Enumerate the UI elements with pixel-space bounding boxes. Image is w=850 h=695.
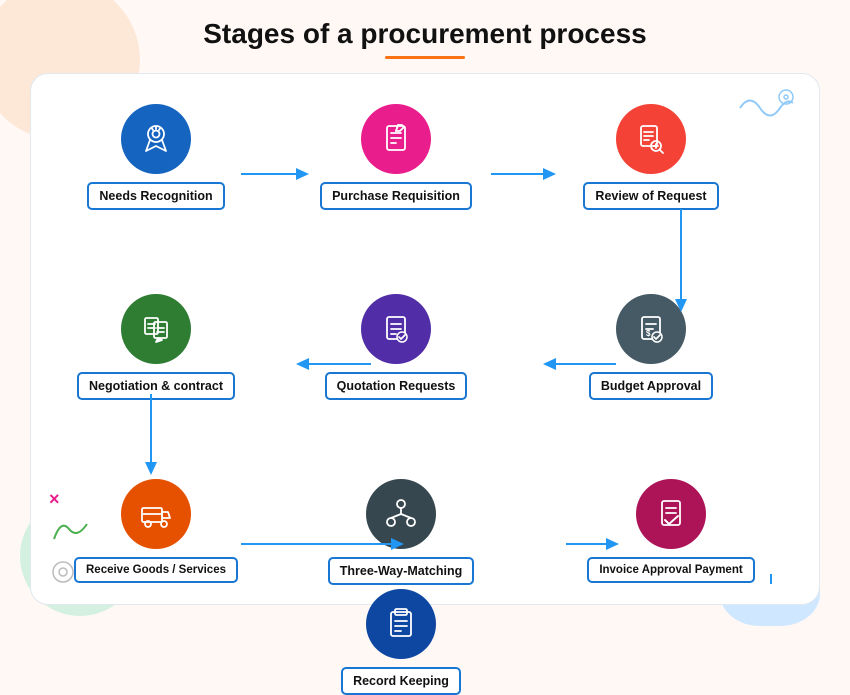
needs-recognition-icon <box>121 104 191 174</box>
budget-approval-label: Budget Approval <box>589 372 713 400</box>
stage-three-way-matching: Three-Way-Matching <box>311 479 491 585</box>
purchase-requisition-icon <box>361 104 431 174</box>
invoice-approval-icon <box>636 479 706 549</box>
negotiation-icon <box>121 294 191 364</box>
three-way-matching-label: Three-Way-Matching <box>328 557 474 585</box>
purchase-requisition-label: Purchase Requisition <box>320 182 472 210</box>
receive-goods-icon <box>121 479 191 549</box>
needs-recognition-label: Needs Recognition <box>87 182 224 210</box>
deco-bottomleft: × <box>49 489 99 586</box>
quotation-requests-label: Quotation Requests <box>325 372 468 400</box>
three-way-matching-icon <box>366 479 436 549</box>
negotiation-contract-label: Negotiation & contract <box>77 372 235 400</box>
stage-negotiation-contract: Negotiation & contract <box>71 294 241 400</box>
budget-approval-icon: $ <box>616 294 686 364</box>
invoice-approval-label: Invoice Approval Payment <box>587 557 754 583</box>
stage-invoice-approval: Invoice Approval Payment <box>571 479 771 583</box>
svg-text:$: $ <box>646 329 651 338</box>
record-keeping-label: Record Keeping <box>341 667 461 695</box>
review-of-request-icon <box>616 104 686 174</box>
stage-purchase-requisition: Purchase Requisition <box>311 104 481 210</box>
page-title: Stages of a procurement process <box>203 18 646 50</box>
review-of-request-label: Review of Request <box>583 182 718 210</box>
diagram-area: Needs Recognition Purchase Requisition <box>61 94 791 584</box>
stage-quotation-requests: Quotation Requests <box>311 294 481 400</box>
title-underline <box>385 56 465 59</box>
stage-needs-recognition: Needs Recognition <box>71 104 241 210</box>
quotation-icon <box>361 294 431 364</box>
stage-budget-approval: $ Budget Approval <box>561 294 741 400</box>
stage-review-of-request: Review of Request <box>561 104 741 210</box>
stage-record-keeping: Record Keeping <box>311 589 491 695</box>
record-keeping-icon <box>366 589 436 659</box>
diagram-container: Needs Recognition Purchase Requisition <box>30 73 820 605</box>
